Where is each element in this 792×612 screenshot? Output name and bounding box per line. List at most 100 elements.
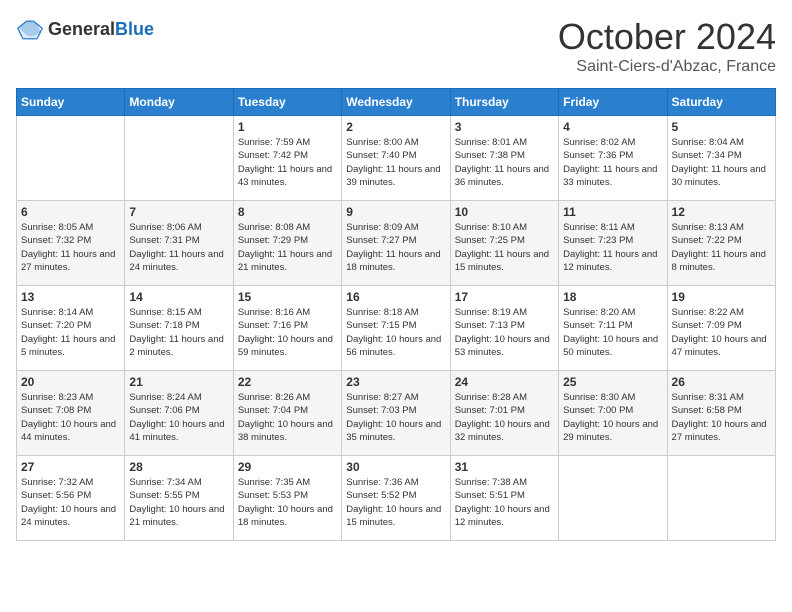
month-title: October 2024 [558,16,776,58]
day-number: 3 [455,120,554,134]
weekday-header-tuesday: Tuesday [233,89,341,116]
calendar-cell: 3Sunrise: 8:01 AM Sunset: 7:38 PM Daylig… [450,116,558,201]
calendar-cell: 10 Sunrise: 8:10 AM Sunset: 7:25 PM Dayli… [450,201,558,286]
cell-info: Sunrise: 8:27 AM Sunset: 7:03 PM Dayligh… [346,391,445,444]
calendar-cell: 23 Sunrise: 8:27 AM Sunset: 7:03 PM Dayli… [342,371,450,456]
day-number: 17 [455,290,554,304]
calendar-cell: 17Sunrise: 8:19 AM Sunset: 7:13 PM Dayli… [450,286,558,371]
cell-info: Sunrise: 8:05 AM Sunset: 7:32 PM Dayligh… [21,221,120,274]
cell-info: Sunrise: 8:11 AM Sunset: 7:23 PM Dayligh… [563,221,662,274]
calendar-cell: 29 Sunrise: 7:35 AM Sunset: 5:53 PM Dayli… [233,456,341,541]
day-number: 26 [672,375,771,389]
logo-general: General [48,19,115,39]
weekday-row: SundayMondayTuesdayWednesdayThursdayFrid… [17,89,776,116]
calendar-cell: 1Sunrise: 7:59 AM Sunset: 7:42 PM Daylig… [233,116,341,201]
weekday-header-monday: Monday [125,89,233,116]
calendar-table: SundayMondayTuesdayWednesdayThursdayFrid… [16,88,776,541]
day-number: 25 [563,375,662,389]
calendar-cell [559,456,667,541]
calendar-cell: 22 Sunrise: 8:26 AM Sunset: 7:04 PM Dayli… [233,371,341,456]
cell-info: Sunrise: 8:18 AM Sunset: 7:15 PM Dayligh… [346,306,445,359]
cell-info: Sunrise: 7:35 AM Sunset: 5:53 PM Dayligh… [238,476,337,529]
day-number: 29 [238,460,337,474]
calendar-cell: 30 Sunrise: 7:36 AM Sunset: 5:52 PM Dayli… [342,456,450,541]
day-number: 16 [346,290,445,304]
calendar-cell: 26 Sunrise: 8:31 AM Sunset: 6:58 PM Dayli… [667,371,775,456]
cell-info: Sunrise: 8:09 AM Sunset: 7:27 PM Dayligh… [346,221,445,274]
day-number: 15 [238,290,337,304]
calendar-cell: 6 Sunrise: 8:05 AM Sunset: 7:32 PM Daylig… [17,201,125,286]
calendar-week-3: 13 Sunrise: 8:14 AM Sunset: 7:20 PM Dayli… [17,286,776,371]
calendar-week-1: 1Sunrise: 7:59 AM Sunset: 7:42 PM Daylig… [17,116,776,201]
calendar-week-4: 20 Sunrise: 8:23 AM Sunset: 7:08 PM Dayli… [17,371,776,456]
calendar-cell: 31 Sunrise: 7:38 AM Sunset: 5:51 PM Dayli… [450,456,558,541]
calendar-cell: 27 Sunrise: 7:32 AM Sunset: 5:56 PM Dayli… [17,456,125,541]
day-number: 6 [21,205,120,219]
day-number: 23 [346,375,445,389]
weekday-header-sunday: Sunday [17,89,125,116]
day-number: 11 [563,205,662,219]
calendar-week-5: 27 Sunrise: 7:32 AM Sunset: 5:56 PM Dayli… [17,456,776,541]
day-number: 4 [563,120,662,134]
calendar-cell: 7 Sunrise: 8:06 AM Sunset: 7:31 PM Daylig… [125,201,233,286]
calendar-cell: 13 Sunrise: 8:14 AM Sunset: 7:20 PM Dayli… [17,286,125,371]
cell-info: Sunrise: 8:16 AM Sunset: 7:16 PM Dayligh… [238,306,337,359]
day-number: 19 [672,290,771,304]
cell-info: Sunrise: 8:04 AM Sunset: 7:34 PM Dayligh… [672,136,771,189]
cell-info: Sunrise: 7:34 AM Sunset: 5:55 PM Dayligh… [129,476,228,529]
title-block: October 2024 Saint-Ciers-d'Abzac, France [558,16,776,76]
weekday-header-wednesday: Wednesday [342,89,450,116]
logo-icon [16,16,44,44]
cell-info: Sunrise: 8:10 AM Sunset: 7:25 PM Dayligh… [455,221,554,274]
day-number: 22 [238,375,337,389]
weekday-header-friday: Friday [559,89,667,116]
calendar-cell: 20 Sunrise: 8:23 AM Sunset: 7:08 PM Dayli… [17,371,125,456]
cell-info: Sunrise: 8:14 AM Sunset: 7:20 PM Dayligh… [21,306,120,359]
day-number: 27 [21,460,120,474]
cell-info: Sunrise: 8:08 AM Sunset: 7:29 PM Dayligh… [238,221,337,274]
cell-info: Sunrise: 8:24 AM Sunset: 7:06 PM Dayligh… [129,391,228,444]
cell-info: Sunrise: 7:59 AM Sunset: 7:42 PM Dayligh… [238,136,337,189]
cell-info: Sunrise: 8:02 AM Sunset: 7:36 PM Dayligh… [563,136,662,189]
cell-info: Sunrise: 8:23 AM Sunset: 7:08 PM Dayligh… [21,391,120,444]
calendar-cell [17,116,125,201]
calendar-cell: 15 Sunrise: 8:16 AM Sunset: 7:16 PM Dayli… [233,286,341,371]
cell-info: Sunrise: 7:32 AM Sunset: 5:56 PM Dayligh… [21,476,120,529]
cell-info: Sunrise: 8:26 AM Sunset: 7:04 PM Dayligh… [238,391,337,444]
cell-info: Sunrise: 7:38 AM Sunset: 5:51 PM Dayligh… [455,476,554,529]
calendar-cell: 11 Sunrise: 8:11 AM Sunset: 7:23 PM Dayli… [559,201,667,286]
day-number: 8 [238,205,337,219]
day-number: 28 [129,460,228,474]
calendar-week-2: 6 Sunrise: 8:05 AM Sunset: 7:32 PM Daylig… [17,201,776,286]
day-number: 30 [346,460,445,474]
day-number: 31 [455,460,554,474]
day-number: 18 [563,290,662,304]
calendar-cell: 2Sunrise: 8:00 AM Sunset: 7:40 PM Daylig… [342,116,450,201]
day-number: 14 [129,290,228,304]
weekday-header-saturday: Saturday [667,89,775,116]
cell-info: Sunrise: 8:06 AM Sunset: 7:31 PM Dayligh… [129,221,228,274]
day-number: 24 [455,375,554,389]
cell-info: Sunrise: 8:31 AM Sunset: 6:58 PM Dayligh… [672,391,771,444]
day-number: 12 [672,205,771,219]
day-number: 7 [129,205,228,219]
cell-info: Sunrise: 8:22 AM Sunset: 7:09 PM Dayligh… [672,306,771,359]
cell-info: Sunrise: 8:30 AM Sunset: 7:00 PM Dayligh… [563,391,662,444]
day-number: 10 [455,205,554,219]
day-number: 20 [21,375,120,389]
calendar-cell [667,456,775,541]
cell-info: Sunrise: 8:15 AM Sunset: 7:18 PM Dayligh… [129,306,228,359]
cell-info: Sunrise: 8:13 AM Sunset: 7:22 PM Dayligh… [672,221,771,274]
day-number: 21 [129,375,228,389]
day-number: 5 [672,120,771,134]
day-number: 13 [21,290,120,304]
calendar-cell [125,116,233,201]
calendar-cell: 8 Sunrise: 8:08 AM Sunset: 7:29 PM Daylig… [233,201,341,286]
calendar-cell: 28 Sunrise: 7:34 AM Sunset: 5:55 PM Dayli… [125,456,233,541]
page-header: GeneralBlue October 2024 Saint-Ciers-d'A… [16,16,776,76]
cell-info: Sunrise: 7:36 AM Sunset: 5:52 PM Dayligh… [346,476,445,529]
calendar-cell: 14 Sunrise: 8:15 AM Sunset: 7:18 PM Dayli… [125,286,233,371]
cell-info: Sunrise: 8:28 AM Sunset: 7:01 PM Dayligh… [455,391,554,444]
day-number: 9 [346,205,445,219]
calendar-cell: 12 Sunrise: 8:13 AM Sunset: 7:22 PM Dayli… [667,201,775,286]
